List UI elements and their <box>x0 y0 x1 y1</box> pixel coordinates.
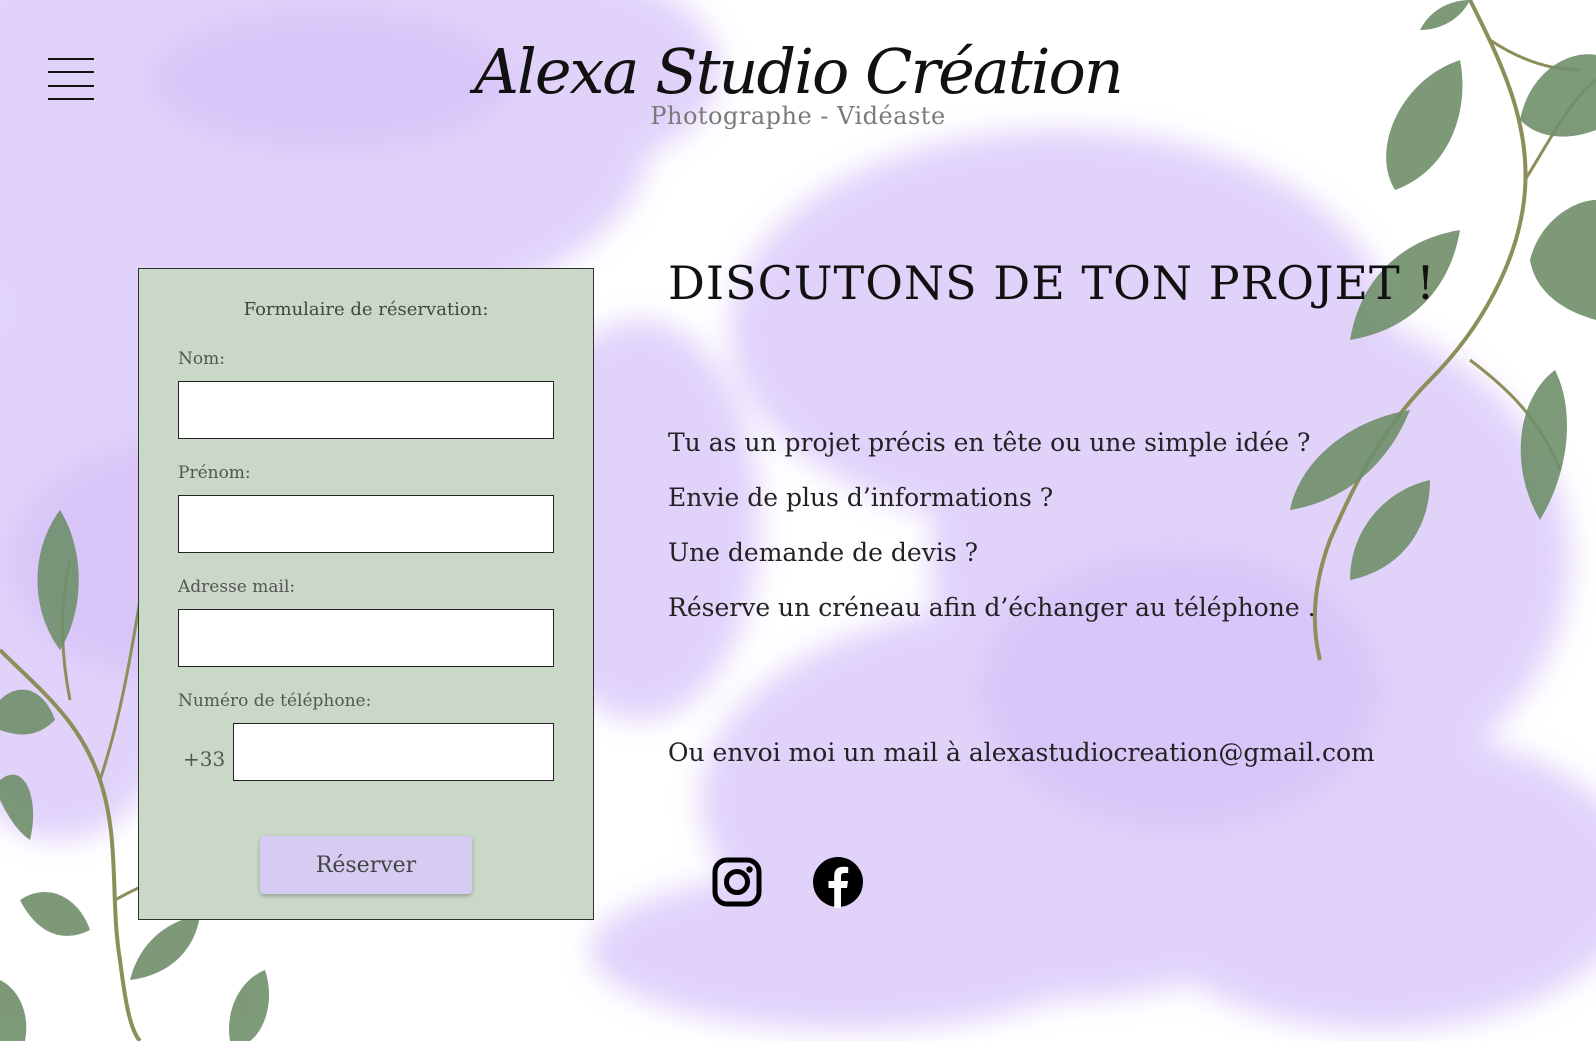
prenom-label: Prénom: <box>178 463 251 483</box>
intro-line: Tu as un projet précis en tête ou une si… <box>668 428 1311 457</box>
phone-input[interactable] <box>233 723 554 781</box>
brand-subtitle: Photographe - Vidéaste <box>650 102 946 131</box>
facebook-icon <box>813 857 863 908</box>
reserve-button[interactable]: Réserver <box>260 836 472 894</box>
form-title: Formulaire de réservation: <box>243 299 489 320</box>
site-header: Alexa Studio Création Photographe - Vidé… <box>0 37 1596 131</box>
instagram-link[interactable] <box>712 857 762 911</box>
phone-label: Numéro de téléphone: <box>178 691 372 711</box>
nom-label: Nom: <box>178 349 225 369</box>
email-label: Adresse mail: <box>178 577 296 597</box>
intro-line: Envie de plus d’informations ? <box>668 483 1054 512</box>
nom-input[interactable] <box>178 381 554 439</box>
intro-line: Une demande de devis ? <box>668 538 979 567</box>
reservation-form: Formulaire de réservation: Nom: Prénom: … <box>138 268 594 920</box>
prenom-input[interactable] <box>178 495 554 553</box>
email-link[interactable]: alexastudiocreation@gmail.com <box>969 738 1375 767</box>
contact-mail-prefix: Ou envoi moi un mail à <box>668 738 969 767</box>
contact-mail-line: Ou envoi moi un mail à alexastudiocreati… <box>668 738 1375 767</box>
intro-line: Réserve un créneau afin d’échanger au té… <box>668 593 1316 622</box>
facebook-link[interactable] <box>812 856 864 912</box>
phone-prefix: +33 <box>183 747 226 771</box>
page-headline: DISCUTONS DE TON PROJET ! <box>668 256 1436 310</box>
instagram-icon <box>712 857 762 907</box>
brand-logo-title[interactable]: Alexa Studio Création <box>0 37 1596 106</box>
email-input[interactable] <box>178 609 554 667</box>
